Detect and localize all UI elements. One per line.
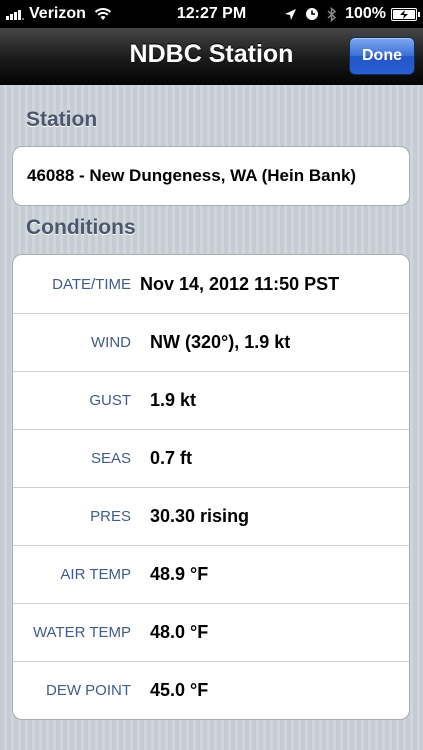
navigation-bar: NDBC Station Done — [0, 28, 423, 85]
condition-row-gust: GUST 1.9 kt — [13, 371, 409, 429]
conditions-group: DATE/TIME Nov 14, 2012 11:50 PST WIND NW… — [12, 254, 410, 720]
condition-label: DEW POINT — [46, 682, 131, 699]
condition-value: 0.7 ft — [150, 448, 193, 468]
battery-icon — [391, 7, 420, 21]
condition-label: WIND — [91, 334, 131, 351]
condition-row-pres: PRES 30.30 rising — [13, 487, 409, 545]
station-cell[interactable]: 46088 - New Dungeness, WA (Hein Bank) — [13, 147, 409, 205]
condition-label: PRES — [90, 508, 131, 525]
status-right: 100% — [284, 5, 420, 23]
bluetooth-icon — [327, 6, 337, 22]
condition-value: 48.9 °F — [150, 564, 209, 584]
condition-value: Nov 14, 2012 11:50 PST — [140, 273, 340, 294]
condition-value: 48.0 °F — [150, 622, 209, 642]
condition-value: 45.0 °F — [150, 680, 209, 700]
condition-row-seas: SEAS 0.7 ft — [13, 429, 409, 487]
location-arrow-icon — [284, 8, 297, 21]
condition-row-dew-point: DEW POINT 45.0 °F — [13, 661, 409, 719]
alarm-clock-icon — [305, 7, 319, 21]
status-bar: Verizon 12:27 PM 100% — [0, 0, 423, 28]
done-button[interactable]: Done — [349, 37, 415, 75]
condition-row-water-temp: WATER TEMP 48.0 °F — [13, 603, 409, 661]
condition-row-wind: WIND NW (320°), 1.9 kt — [13, 313, 409, 371]
station-section-header: Station — [26, 108, 98, 131]
condition-value: 1.9 kt — [150, 390, 197, 410]
condition-label: AIR TEMP — [60, 566, 131, 583]
conditions-section-header: Conditions — [26, 216, 136, 239]
condition-label: DATE/TIME — [52, 275, 131, 293]
station-group: 46088 - New Dungeness, WA (Hein Bank) — [12, 146, 410, 206]
condition-row-air-temp: AIR TEMP 48.9 °F — [13, 545, 409, 603]
condition-row-date-time: DATE/TIME Nov 14, 2012 11:50 PST — [13, 255, 409, 313]
condition-label: GUST — [89, 392, 131, 409]
condition-label: WATER TEMP — [32, 624, 131, 641]
condition-value: 30.30 rising — [150, 506, 250, 526]
condition-label: SEAS — [90, 450, 131, 467]
battery-percent: 100% — [345, 5, 386, 22]
condition-value: NW (320°), 1.9 kt — [150, 332, 291, 352]
